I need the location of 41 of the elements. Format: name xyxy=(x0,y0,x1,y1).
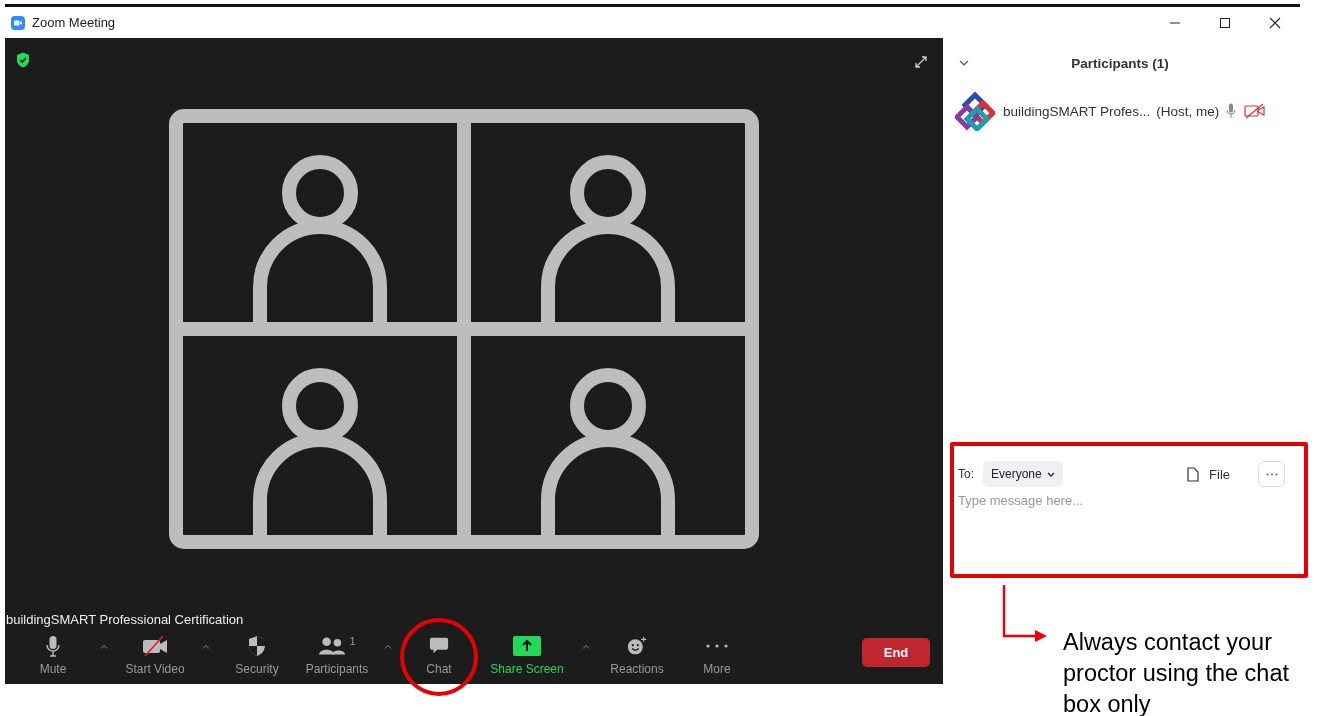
more-icon xyxy=(1265,472,1278,476)
file-icon xyxy=(1187,466,1200,482)
end-button[interactable]: End xyxy=(862,637,930,667)
file-button[interactable]: File xyxy=(1181,465,1236,483)
chevron-icon xyxy=(1046,471,1055,477)
video-off-icon xyxy=(141,635,169,657)
more-button[interactable]: More xyxy=(677,632,757,682)
microphone-icon xyxy=(1226,103,1237,119)
caret-icon xyxy=(384,643,392,649)
reactions-button[interactable]: Reactions xyxy=(597,632,677,682)
participant-count: 1 xyxy=(349,635,356,647)
close-icon[interactable] xyxy=(1269,16,1281,29)
share-screen-icon xyxy=(513,635,541,657)
panel-title: Participants (1) xyxy=(1071,55,1169,71)
participant-role: (Host, me) xyxy=(1156,103,1220,119)
video-button[interactable]: Start Video xyxy=(115,632,195,682)
chat-button[interactable]: Chat xyxy=(399,632,479,682)
app-icon xyxy=(11,15,25,30)
logo-icon xyxy=(955,91,995,131)
fullscreen-icon[interactable] xyxy=(914,55,928,69)
recipient-dropdown[interactable]: Everyone xyxy=(983,461,1063,487)
callout-text: Always contact your proctor using the chat box only xyxy=(1063,628,1290,716)
participants-button[interactable]: 1 Participants xyxy=(297,632,377,682)
window-title: Zoom Meeting xyxy=(32,15,116,30)
to-label: To: xyxy=(958,467,974,481)
security-button[interactable]: Security xyxy=(217,632,297,682)
chevron-icon[interactable] xyxy=(959,60,969,66)
smiley-icon xyxy=(627,635,647,657)
share-button[interactable]: Share Screen xyxy=(479,632,575,682)
more-icon xyxy=(705,643,729,649)
maximize-icon[interactable] xyxy=(1219,16,1231,29)
people-icon xyxy=(318,635,347,657)
caret-icon xyxy=(582,643,590,649)
microphone-icon xyxy=(43,635,63,657)
caret-icon xyxy=(202,643,210,649)
mic-button[interactable]: Mute xyxy=(13,632,93,682)
caret-icon xyxy=(100,643,108,649)
participant-name-label: buildingSMART Professional Certification xyxy=(6,612,244,627)
shield-icon xyxy=(247,635,267,657)
shield-icon xyxy=(16,52,30,68)
participant-name: buildingSMART Profes... xyxy=(1003,103,1151,119)
